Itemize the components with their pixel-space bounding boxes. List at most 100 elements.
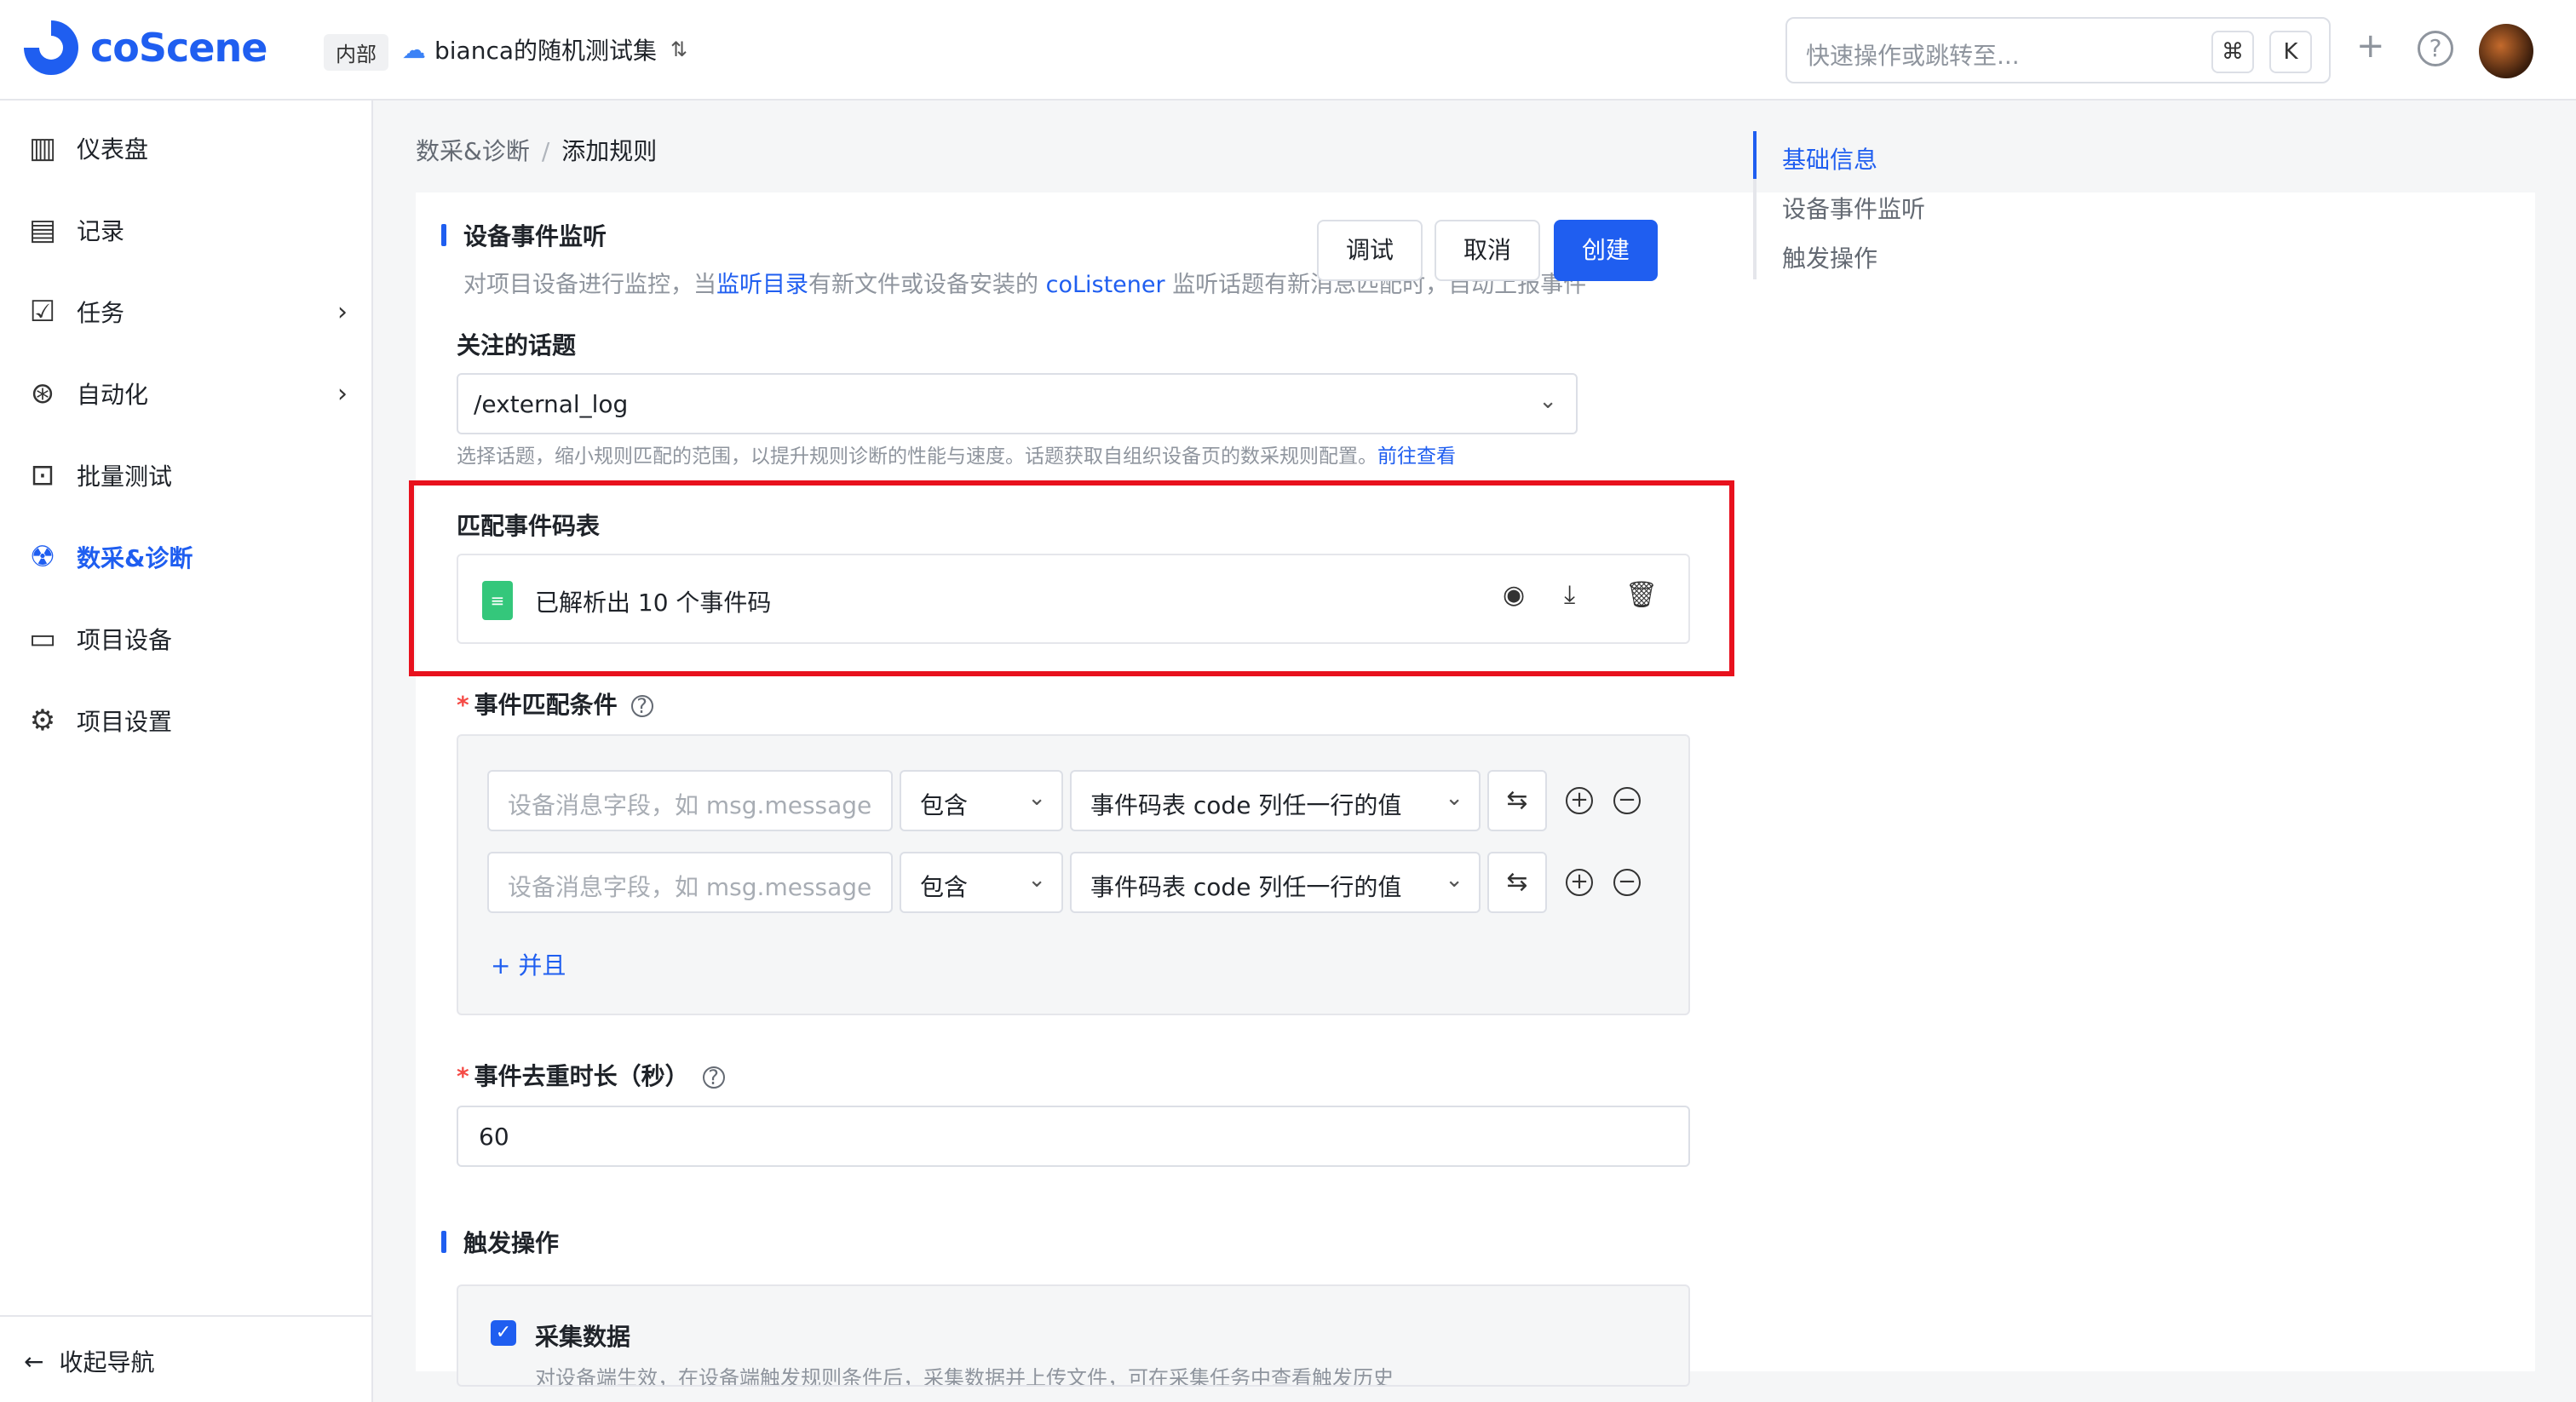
- record-icon: ▤: [28, 213, 57, 247]
- sidebar-item-data-diagnosis[interactable]: ☢ 数采&诊断: [0, 523, 373, 591]
- field-placeholder: 设备消息字段，如 msg.message: [508, 873, 872, 901]
- add-and-condition-button[interactable]: + 并且: [491, 947, 566, 981]
- sidebar-item-label: 记录: [77, 217, 125, 245]
- batch-test-icon: ⊡: [30, 458, 55, 492]
- task-icon: ☑: [29, 295, 56, 329]
- project-switcher[interactable]: ☁ bianca的随机测试集 ⇅: [402, 32, 687, 66]
- remove-circle-icon[interactable]: −: [1613, 787, 1641, 814]
- rule-form-card: 设备事件监听 对项目设备进行监控，当监听目录有新文件或设备安装的 coListe…: [409, 192, 2535, 1387]
- sidebar-item-label: 项目设备: [77, 626, 173, 654]
- brand-logo[interactable]: coScene: [24, 20, 267, 75]
- sidebar-item-label: 项目设置: [77, 708, 173, 736]
- help-icon[interactable]: ?: [702, 1066, 725, 1089]
- dedup-label: * 事件去重时长（秒）?: [457, 1058, 725, 1092]
- value-select[interactable]: 事件码表 code 列任一行的值 ⌄: [1070, 852, 1481, 913]
- breadcrumb-parent[interactable]: 数采&诊断: [416, 137, 530, 165]
- settings-icon: ⚙: [29, 704, 56, 738]
- collapse-nav-button[interactable]: ← 收起导航: [24, 1344, 154, 1378]
- help-icon[interactable]: ?: [2418, 31, 2453, 66]
- create-button[interactable]: 创建: [1554, 220, 1658, 281]
- swap-icon: ⇆: [1506, 785, 1528, 815]
- add-circle-icon[interactable]: +: [1566, 869, 1593, 896]
- anchor-device-listen[interactable]: 设备事件监听: [1782, 191, 1925, 225]
- automation-icon: ⊛: [30, 376, 55, 411]
- dashboard-icon: ▥: [28, 131, 57, 165]
- chevron-down-icon: ⌄: [1538, 388, 1557, 414]
- quick-search[interactable]: 快速操作或跳转至... ⌘ K: [1785, 17, 2331, 83]
- codes-file-text: 已解析出 10 个事件码: [535, 589, 772, 617]
- collapse-nav-label: 收起导航: [59, 1348, 155, 1376]
- sidebar-item-automation[interactable]: ⊛ 自动化 ›: [0, 359, 373, 428]
- field-input[interactable]: 设备消息字段，如 msg.message: [487, 852, 893, 913]
- anchor-active-indicator: [1753, 131, 1757, 179]
- spreadsheet-icon: ≡: [482, 581, 513, 620]
- event-code-file: ≡ 已解析出 10 个事件码 ◉ ⤓ 🗑: [457, 554, 1690, 644]
- collect-desc: 对设备端生效，在设备端触发规则条件后，采集数据并上传文件，可在采集任务中查看触发…: [535, 1366, 1394, 1387]
- operator-value: 包含: [920, 873, 969, 901]
- chevron-right-icon: ›: [337, 296, 348, 327]
- swap-button[interactable]: ⇆: [1487, 852, 1547, 913]
- dedup-value: 60: [479, 1123, 509, 1151]
- value-select[interactable]: 事件码表 code 列任一行的值 ⌄: [1070, 770, 1481, 831]
- sidebar-item-dashboard[interactable]: ▥ 仪表盘: [0, 114, 373, 182]
- topic-value: /external_log: [474, 390, 629, 418]
- data-diagnosis-icon: ☢: [29, 540, 56, 574]
- section-trigger-title: 触发操作: [441, 1225, 559, 1259]
- eye-icon[interactable]: ◉: [1503, 583, 1525, 608]
- chevron-down-icon: ⌄: [1027, 785, 1046, 811]
- sidebar-divider: [0, 1315, 373, 1317]
- anchor-trigger[interactable]: 触发操作: [1782, 240, 1877, 274]
- sidebar-item-label: 批量测试: [77, 463, 173, 491]
- chevron-down-icon: ⌄: [1445, 867, 1463, 893]
- collect-checkbox[interactable]: ✓: [491, 1320, 516, 1346]
- sidebar-item-label: 仪表盘: [77, 135, 149, 164]
- breadcrumb-current: 添加规则: [561, 137, 658, 165]
- listen-dir-link[interactable]: 监听目录: [716, 272, 808, 298]
- remove-circle-icon[interactable]: −: [1613, 869, 1641, 896]
- required-mark: *: [457, 1062, 469, 1090]
- sidebar-item-settings[interactable]: ⚙ 项目设置: [0, 687, 373, 755]
- cloud-icon: ☁: [402, 35, 426, 64]
- dedup-duration-input[interactable]: 60: [457, 1106, 1690, 1167]
- swap-button[interactable]: ⇆: [1487, 770, 1547, 831]
- operator-select[interactable]: 包含 ⌄: [900, 852, 1063, 913]
- desc-prefix: 对项目设备进行监控，当: [463, 272, 716, 298]
- section-device-label: 设备事件监听: [463, 222, 607, 250]
- topic-label: 关注的话题: [457, 331, 577, 359]
- logo-icon: [24, 20, 78, 75]
- project-name: bianca的随机测试集: [434, 37, 658, 65]
- anchor-basic-info[interactable]: 基础信息: [1782, 141, 1877, 175]
- sidebar: ▥ 仪表盘 ▤ 记录 ☑ 任务 › ⊛ 自动化 › ⊡ 批量测试 ☢ 数采&诊断…: [0, 101, 373, 1402]
- colistener-link[interactable]: coListener: [1046, 272, 1165, 298]
- field-placeholder: 设备消息字段，如 msg.message: [508, 791, 872, 819]
- section-marker: [441, 1231, 446, 1253]
- operator-select[interactable]: 包含 ⌄: [900, 770, 1063, 831]
- dedup-label-text: 事件去重时长（秒）: [474, 1062, 689, 1090]
- go-view-link[interactable]: 前往查看: [1377, 445, 1456, 468]
- chevron-down-icon: ⌄: [1445, 785, 1463, 811]
- help-icon[interactable]: ?: [630, 695, 653, 717]
- cond-label-text: 事件匹配条件: [474, 691, 618, 719]
- cancel-button[interactable]: 取消: [1435, 220, 1540, 281]
- chevron-right-icon: ›: [337, 378, 348, 409]
- sidebar-item-batch-test[interactable]: ⊡ 批量测试: [0, 441, 373, 509]
- add-circle-icon[interactable]: +: [1566, 787, 1593, 814]
- plus-icon[interactable]: +: [2356, 29, 2385, 63]
- codes-label: 匹配事件码表: [457, 512, 601, 540]
- trash-icon[interactable]: 🗑: [1625, 583, 1658, 608]
- field-input[interactable]: 设备消息字段，如 msg.message: [487, 770, 893, 831]
- download-icon[interactable]: ⤓: [1564, 583, 1575, 608]
- debug-button[interactable]: 调试: [1317, 220, 1423, 281]
- top-header: coScene 内部 ☁ bianca的随机测试集 ⇅ 快速操作或跳转至... …: [0, 0, 2576, 101]
- sidebar-item-label: 自动化: [77, 381, 149, 409]
- topic-select[interactable]: /external_log ⌄: [457, 373, 1578, 434]
- avatar[interactable]: [2479, 24, 2533, 78]
- sidebar-item-tasks[interactable]: ☑ 任务 ›: [0, 278, 373, 346]
- search-placeholder: 快速操作或跳转至...: [1806, 42, 2020, 70]
- collect-label: 采集数据: [535, 1323, 631, 1351]
- sidebar-item-label: 任务: [77, 299, 125, 327]
- sidebar-item-records[interactable]: ▤ 记录: [0, 196, 373, 264]
- sidebar-item-devices[interactable]: ▭ 项目设备: [0, 605, 373, 673]
- operator-value: 包含: [920, 791, 969, 819]
- command-key-icon: ⌘: [2211, 31, 2254, 73]
